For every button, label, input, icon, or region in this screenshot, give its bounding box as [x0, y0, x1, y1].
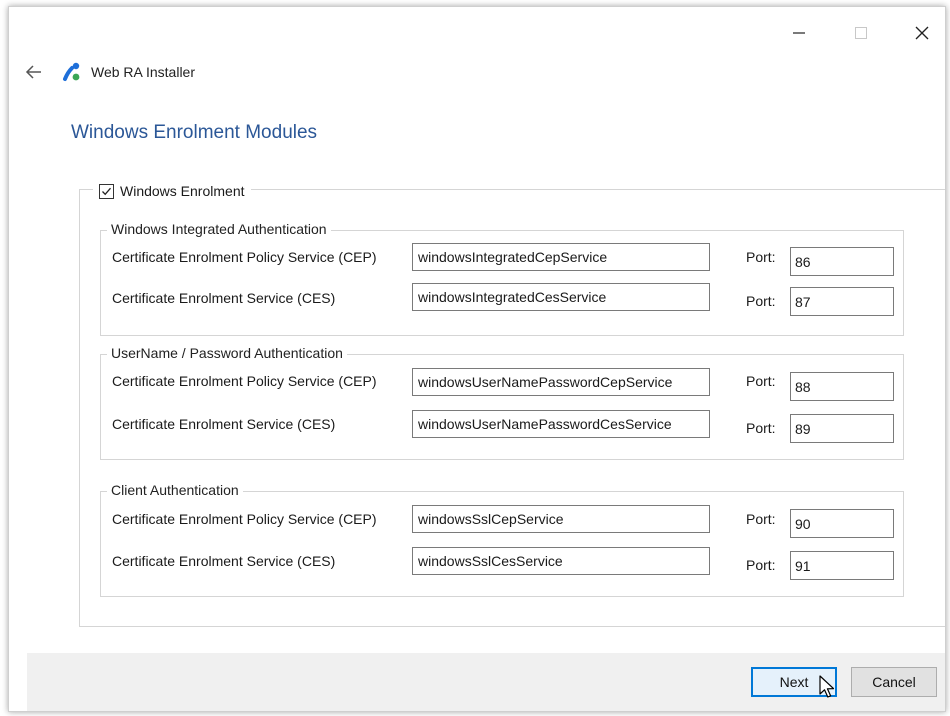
client-cep-port-input[interactable]: 90: [790, 509, 894, 538]
port-label: Port:: [746, 249, 776, 265]
username-password-cep-input[interactable]: windowsUserNamePasswordCepService: [412, 368, 710, 396]
port-label: Port:: [746, 373, 776, 389]
section-title: Windows Integrated Authentication: [107, 221, 331, 237]
maximize-icon: [855, 27, 867, 39]
back-arrow-icon: [25, 65, 41, 79]
app-header: Web RA Installer: [9, 57, 945, 87]
port-label: Port:: [746, 293, 776, 309]
title-bar: [9, 7, 945, 59]
section-title: UserName / Password Authentication: [107, 345, 347, 361]
username-password-ces-port-input[interactable]: 89: [790, 414, 894, 443]
back-button[interactable]: [23, 63, 45, 81]
windows-enrolment-toggle[interactable]: Windows Enrolment: [93, 183, 251, 199]
checkmark-icon: [102, 187, 111, 195]
installer-window: Web RA Installer Windows Enrolment Modul…: [8, 6, 946, 712]
cep-label: Certificate Enrolment Policy Service (CE…: [112, 373, 377, 389]
port-label: Port:: [746, 420, 776, 436]
ces-label: Certificate Enrolment Service (CES): [112, 553, 336, 569]
client-cep-input[interactable]: windowsSslCepService: [412, 505, 710, 533]
port-label: Port:: [746, 511, 776, 527]
minimize-icon: [793, 32, 805, 34]
maximize-button[interactable]: [841, 17, 881, 49]
integrated-ces-port-input[interactable]: 87: [790, 287, 894, 316]
cep-label: Certificate Enrolment Policy Service (CE…: [112, 511, 377, 527]
minimize-button[interactable]: [779, 17, 819, 49]
client-ces-port-input[interactable]: 91: [790, 551, 894, 580]
port-label: Port:: [746, 557, 776, 573]
cep-label: Certificate Enrolment Policy Service (CE…: [112, 249, 377, 265]
mouse-cursor-icon: [819, 675, 837, 701]
windows-enrolment-checkbox[interactable]: [99, 183, 114, 199]
app-logo-icon: [61, 61, 83, 83]
page-title: Windows Enrolment Modules: [71, 122, 318, 143]
username-password-cep-port-input[interactable]: 88: [790, 372, 894, 401]
ces-label: Certificate Enrolment Service (CES): [112, 290, 336, 306]
close-button[interactable]: [902, 17, 942, 49]
client-ces-input[interactable]: windowsSslCesService: [412, 547, 710, 575]
cancel-button[interactable]: Cancel: [851, 667, 937, 697]
windows-enrolment-label: Windows Enrolment: [120, 183, 245, 199]
username-password-ces-input[interactable]: windowsUserNamePasswordCesService: [412, 410, 710, 438]
app-title: Web RA Installer: [91, 64, 196, 80]
close-icon: [915, 26, 929, 40]
integrated-cep-port-input[interactable]: 86: [790, 247, 894, 276]
integrated-cep-input[interactable]: windowsIntegratedCepService: [412, 243, 710, 271]
section-title: Client Authentication: [107, 482, 243, 498]
ces-label: Certificate Enrolment Service (CES): [112, 416, 336, 432]
integrated-ces-input[interactable]: windowsIntegratedCesService: [412, 283, 710, 311]
